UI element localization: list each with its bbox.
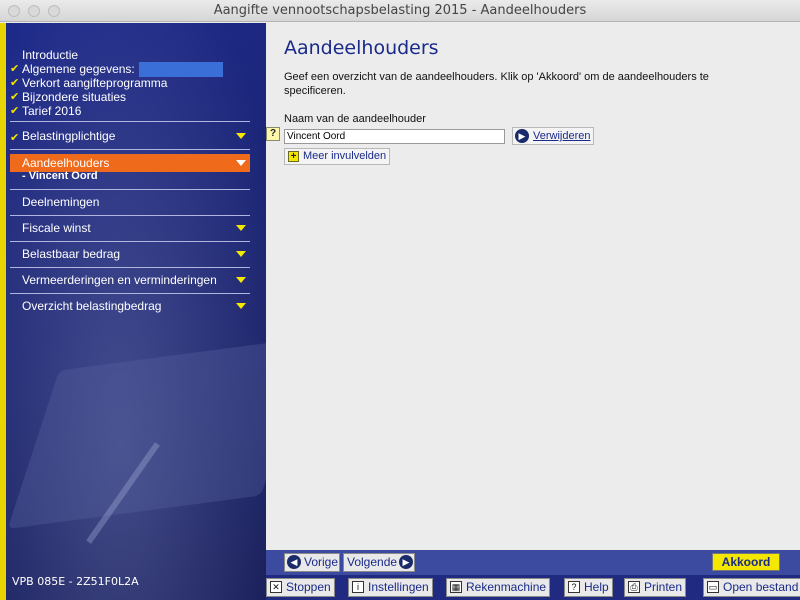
sidebar-item-label: Overzicht belastingbedrag bbox=[22, 299, 162, 313]
remove-button-label: Verwijderen bbox=[533, 130, 591, 142]
shareholder-name-label: Naam van de aandeelhouder bbox=[284, 113, 426, 125]
page-title: Aandeelhouders bbox=[284, 37, 439, 59]
sidebar-item-label: Vermeerderingen en verminderingen bbox=[22, 273, 217, 287]
chevron-down-icon bbox=[236, 133, 246, 139]
next-button[interactable]: Volgende ▶ bbox=[343, 553, 415, 572]
sidebar-divider bbox=[10, 189, 250, 190]
sidebar-accent-stripe bbox=[0, 23, 6, 600]
version-label: VPB 085E - 2Z51F0L2A bbox=[12, 575, 139, 588]
more-fields-label: Meer invulvelden bbox=[303, 150, 387, 162]
company-name-redacted bbox=[138, 62, 223, 77]
arrow-right-icon: ▶ bbox=[515, 129, 529, 143]
sidebar-item-label: Introductie bbox=[22, 48, 79, 62]
chevron-down-icon bbox=[236, 225, 246, 231]
checkmark-icon: ✔ bbox=[10, 105, 20, 117]
sidebar-item-label: Fiscale winst bbox=[22, 221, 91, 235]
window-title: Aangifte vennootschapsbelasting 2015 - A… bbox=[213, 3, 587, 18]
sidebar-item-bijzondere-situaties[interactable]: ✔ Bijzondere situaties bbox=[10, 90, 254, 104]
checkmark-icon: ✔ bbox=[10, 63, 20, 75]
sidebar-item-algemene-gegevens[interactable]: ✔ Algemene gegevens: bbox=[10, 62, 254, 77]
open-file-button[interactable]: ▭ Open bestand bbox=[703, 578, 800, 597]
info-icon: i bbox=[352, 581, 364, 593]
close-icon: ✕ bbox=[270, 581, 282, 593]
chevron-down-icon bbox=[236, 303, 246, 309]
sidebar-item-label: Deelnemingen bbox=[22, 195, 100, 209]
previous-button-label: Vorige bbox=[304, 555, 339, 569]
plus-icon: + bbox=[288, 151, 299, 162]
help-button-label: Help bbox=[584, 580, 609, 594]
sidebar-divider bbox=[10, 293, 250, 294]
printer-icon: ⎙ bbox=[628, 581, 640, 593]
sidebar-item-belastingplichtige[interactable]: ✔ Belastingplichtige bbox=[10, 127, 250, 145]
calculator-icon: ▦ bbox=[450, 581, 462, 593]
navigation-bar: ◀ Vorige Volgende ▶ Akkoord bbox=[266, 550, 800, 575]
sidebar-intro-group: Introductie ✔ Algemene gegevens: ✔ Verko… bbox=[10, 48, 254, 118]
shareholder-name-input[interactable]: Vincent Oord bbox=[284, 129, 505, 144]
folder-icon: ▭ bbox=[707, 581, 719, 593]
settings-button[interactable]: i Instellingen bbox=[348, 578, 433, 597]
next-button-label: Volgende bbox=[347, 555, 398, 569]
print-button[interactable]: ⎙ Printen bbox=[624, 578, 687, 597]
calculator-button[interactable]: ▦ Rekenmachine bbox=[446, 578, 551, 597]
checkmark-icon: ✔ bbox=[10, 132, 20, 144]
sidebar-item-label: Aandeelhouders bbox=[22, 156, 110, 170]
checkmark-icon: ✔ bbox=[10, 91, 20, 103]
remove-button[interactable]: ▶ Verwijderen bbox=[512, 127, 595, 145]
sidebar-item-overzicht-belastingbedrag[interactable]: Overzicht belastingbedrag bbox=[10, 297, 250, 315]
sidebar-item-belastbaar-bedrag[interactable]: Belastbaar bedrag bbox=[10, 245, 250, 263]
close-window-button[interactable] bbox=[8, 5, 20, 17]
previous-button[interactable]: ◀ Vorige bbox=[284, 553, 340, 572]
help-icon: ? bbox=[568, 581, 580, 593]
arrow-left-icon: ◀ bbox=[287, 555, 301, 569]
settings-button-label: Instellingen bbox=[368, 580, 429, 594]
sidebar-subitem-vincent-oord[interactable]: - Vincent Oord bbox=[22, 170, 98, 182]
sidebar-item-vermeerderingen[interactable]: Vermeerderingen en verminderingen bbox=[10, 271, 250, 289]
more-fields-button[interactable]: + Meer invulvelden bbox=[284, 148, 391, 165]
calculator-button-label: Rekenmachine bbox=[466, 580, 547, 594]
sidebar-item-label: Tarief 2016 bbox=[22, 104, 82, 118]
minimize-window-button[interactable] bbox=[28, 5, 40, 17]
bottom-toolbar: ✕ Stoppen i Instellingen ▦ Rekenmachine … bbox=[266, 575, 800, 600]
chevron-down-icon bbox=[236, 277, 246, 283]
checkmark-icon: ✔ bbox=[10, 77, 20, 89]
sidebar: Introductie ✔ Algemene gegevens: ✔ Verko… bbox=[0, 23, 266, 600]
sidebar-divider bbox=[10, 215, 250, 216]
sidebar-item-fiscale-winst[interactable]: Fiscale winst bbox=[10, 219, 250, 237]
sidebar-item-verkort-aangifteprogramma[interactable]: ✔ Verkort aangifteprogramma bbox=[10, 76, 254, 90]
sidebar-divider bbox=[10, 241, 250, 242]
stop-button-label: Stoppen bbox=[286, 580, 331, 594]
sidebar-item-label: Belastingplichtige bbox=[22, 129, 116, 143]
sidebar-divider bbox=[10, 121, 250, 122]
chevron-down-icon bbox=[236, 251, 246, 257]
help-button[interactable]: ? bbox=[266, 127, 280, 141]
open-file-button-label: Open bestand bbox=[723, 580, 799, 594]
sidebar-item-introductie[interactable]: Introductie bbox=[10, 48, 254, 62]
page-description: Geef een overzicht van de aandeelhouders… bbox=[284, 71, 709, 97]
sidebar-item-label: Algemene gegevens: bbox=[22, 62, 135, 76]
stop-button[interactable]: ✕ Stoppen bbox=[266, 578, 335, 597]
sidebar-item-label: Verkort aangifteprogramma bbox=[22, 76, 168, 90]
sidebar-divider bbox=[10, 267, 250, 268]
sidebar-item-tarief-2016[interactable]: ✔ Tarief 2016 bbox=[10, 104, 254, 118]
sidebar-item-deelnemingen[interactable]: Deelnemingen bbox=[10, 193, 250, 211]
zoom-window-button[interactable] bbox=[48, 5, 60, 17]
main-content: Aandeelhouders Geef een overzicht van de… bbox=[266, 23, 800, 550]
sidebar-divider bbox=[10, 149, 250, 150]
help-toolbar-button[interactable]: ? Help bbox=[564, 578, 613, 597]
accept-button[interactable]: Akkoord bbox=[712, 553, 780, 571]
chevron-down-icon bbox=[236, 160, 246, 166]
print-button-label: Printen bbox=[644, 580, 683, 594]
window-titlebar: Aangifte vennootschapsbelasting 2015 - A… bbox=[0, 0, 800, 22]
background-calculator-image bbox=[7, 337, 266, 529]
sidebar-item-label: Bijzondere situaties bbox=[22, 90, 127, 104]
arrow-right-icon: ▶ bbox=[399, 555, 413, 569]
sidebar-item-label: Belastbaar bedrag bbox=[22, 247, 121, 261]
